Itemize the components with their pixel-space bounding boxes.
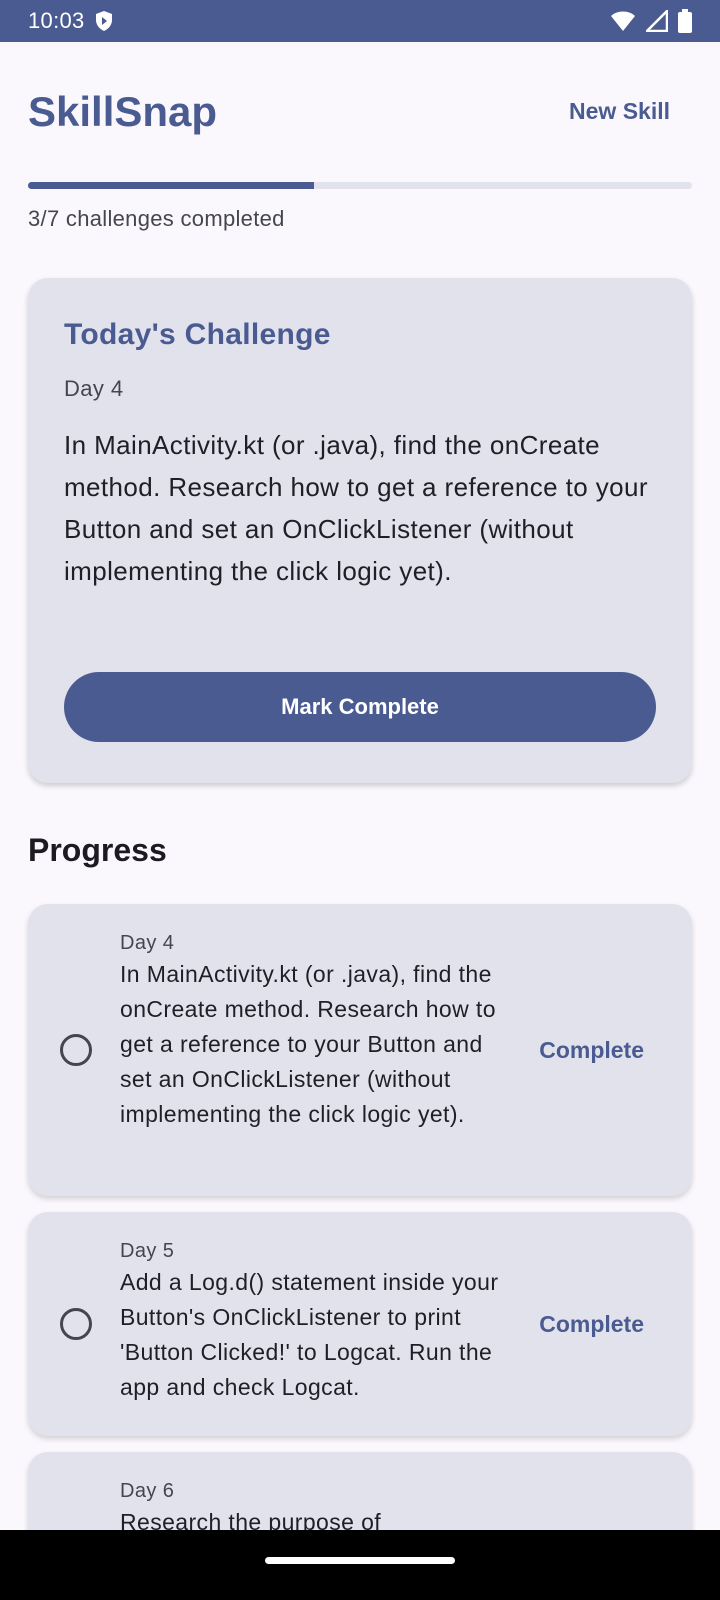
task-description: Add a Log.d() statement inside your Butt… bbox=[120, 1269, 499, 1400]
shield-icon bbox=[95, 10, 113, 32]
task-complete-button[interactable]: Complete bbox=[539, 1311, 644, 1338]
task-day: Day 6 bbox=[120, 1480, 175, 1502]
todays-challenge-day: Day 4 bbox=[64, 376, 124, 401]
status-time: 10:03 bbox=[28, 8, 85, 33]
task-card-day-5: Day 5 Add a Log.d() statement inside you… bbox=[28, 1212, 692, 1436]
task-description: In MainActivity.kt (or .java), find the … bbox=[120, 961, 496, 1127]
wifi-icon bbox=[610, 10, 636, 32]
task-day: Day 4 bbox=[120, 932, 175, 954]
todays-challenge-description: In MainActivity.kt (or .java), find the … bbox=[64, 430, 648, 586]
task-radio-button[interactable] bbox=[60, 1308, 92, 1340]
todays-challenge-card: Today's Challenge Day 4 In MainActivity.… bbox=[28, 278, 692, 783]
todays-challenge-title: Today's Challenge bbox=[64, 318, 331, 351]
status-left: 10:03 bbox=[28, 8, 113, 34]
app-title: SkillSnap bbox=[28, 88, 218, 135]
mark-complete-button[interactable]: Mark Complete bbox=[64, 672, 656, 742]
progress-count-text: 3/7 challenges completed bbox=[28, 206, 285, 231]
system-navigation-bar bbox=[0, 1530, 720, 1600]
status-bar: 10:03 bbox=[0, 0, 720, 42]
task-card-day-4: Day 4 In MainActivity.kt (or .java), fin… bbox=[28, 904, 692, 1196]
overall-progress-bar bbox=[28, 182, 692, 189]
new-skill-button[interactable]: New Skill bbox=[569, 98, 670, 125]
home-gesture-handle[interactable] bbox=[265, 1557, 455, 1564]
progress-heading: Progress bbox=[28, 832, 167, 868]
status-right bbox=[610, 9, 692, 33]
task-complete-button[interactable]: Complete bbox=[539, 1037, 644, 1064]
task-day: Day 5 bbox=[120, 1240, 175, 1262]
battery-icon bbox=[678, 9, 692, 33]
signal-icon bbox=[646, 10, 668, 32]
overall-progress-fill bbox=[28, 182, 314, 189]
task-radio-button[interactable] bbox=[60, 1034, 92, 1066]
